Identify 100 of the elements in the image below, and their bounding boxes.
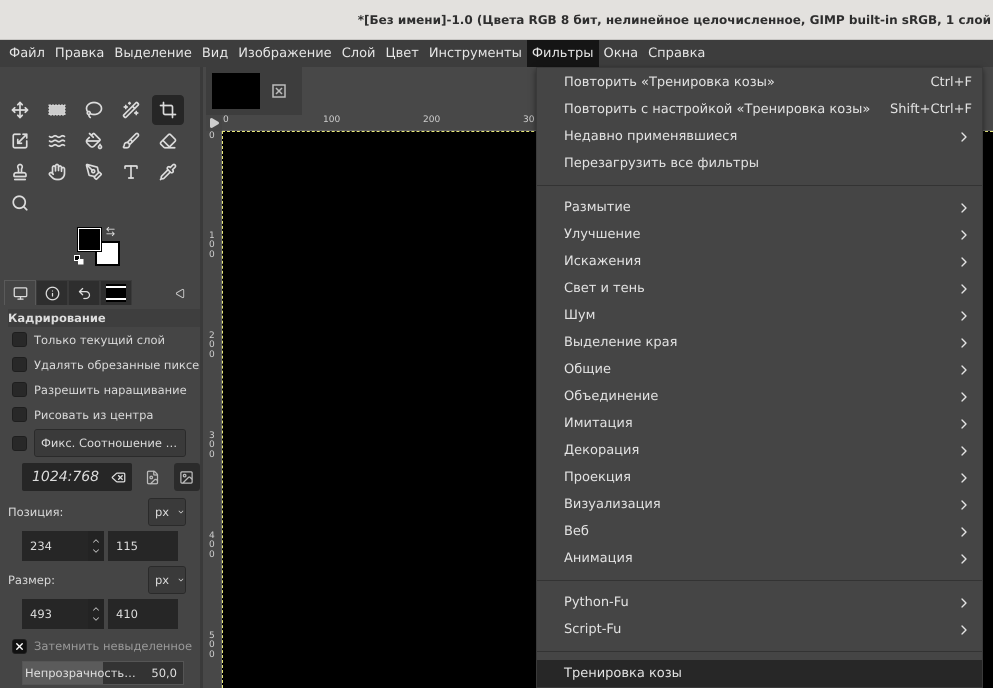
aspect-dropdown[interactable]: Фикс. Соотношение …: [34, 429, 186, 457]
configure-tab-icon[interactable]: [175, 288, 186, 299]
menu-item[interactable]: Тренировка козы: [537, 660, 982, 687]
image-thumbnail: [212, 73, 260, 109]
clear-icon[interactable]: [110, 470, 126, 484]
move-tool-icon: [11, 101, 29, 119]
position-label: Позиция:: [8, 505, 64, 519]
landscape-icon: [179, 470, 194, 484]
position-x-field[interactable]: 234: [22, 531, 88, 561]
menu-item[interactable]: Правка: [50, 40, 110, 67]
opacity-slider[interactable]: Непрозрачность… 50,0: [22, 661, 184, 685]
magic-wand-icon: [122, 101, 140, 119]
ruler-label: 0: [209, 132, 216, 142]
brush-icon: [122, 132, 140, 150]
menu-item[interactable]: Справка: [643, 40, 710, 67]
image-tab[interactable]: [206, 67, 302, 115]
menu-item[interactable]: Декорация: [537, 437, 982, 464]
checkbox[interactable]: [12, 382, 27, 397]
dock-tab[interactable]: [4, 280, 36, 305]
paint-bucket-icon: [85, 132, 103, 150]
ruler-label: 100: [323, 116, 340, 126]
spin-buttons[interactable]: [88, 531, 104, 561]
eyedropper-icon: [159, 163, 177, 181]
tool-options-title: Кадрирование: [8, 309, 200, 327]
position-y-field[interactable]: 115: [108, 531, 178, 561]
checkbox-label: Рисовать из центра: [34, 408, 154, 422]
text-tool-icon: [122, 163, 140, 181]
transform-icon: [11, 132, 29, 150]
menu-item[interactable]: Выделение: [109, 40, 197, 67]
menu-item[interactable]: Перезагрузить все фильтры: [537, 150, 982, 177]
stamp-icon: [11, 163, 29, 181]
menu-item[interactable]: Script-Fu: [537, 616, 982, 643]
menu-item[interactable]: Выделение края: [537, 329, 982, 356]
menu-item[interactable]: Визуализация: [537, 491, 982, 518]
size-label: Размер:: [8, 573, 56, 587]
warp-icon: [48, 132, 66, 150]
checkbox-label: Затемнить невыделенное: [34, 639, 192, 653]
menu-item[interactable]: Слой: [336, 40, 380, 67]
monitor-icon: [12, 286, 28, 300]
menu-item[interactable]: Изображение: [233, 40, 337, 67]
dock-tab[interactable]: [100, 280, 132, 305]
foreground-color-swatch[interactable]: [78, 228, 101, 251]
menu-item[interactable]: Повторить с настройкой «Тренировка козы» Shift+Ctrl+F: [537, 96, 982, 123]
menu-item[interactable]: Анимация: [537, 545, 982, 572]
checkbox[interactable]: [12, 638, 27, 654]
default-colors-icon[interactable]: [74, 255, 84, 265]
menu-item[interactable]: Объединение: [537, 383, 982, 410]
size-width-field[interactable]: 493: [22, 599, 88, 629]
menu-item[interactable]: Python-Fu: [537, 589, 982, 616]
menu-item[interactable]: Инструменты: [424, 40, 527, 67]
menu-item[interactable]: Размытие: [537, 194, 982, 221]
window-title: *[Без имени]-1.0 (Цвета RGB 8 бит, нелинейное целочисленное, GIMP built-in sRGB, 1 слой: [358, 12, 991, 26]
menu-item[interactable]: Окна: [598, 40, 644, 67]
image-thumbnail-icon: [106, 284, 126, 302]
check-icon: [14, 640, 25, 652]
ruler-label: 30: [523, 116, 534, 126]
size-height-field[interactable]: 410: [108, 599, 178, 629]
tool-button[interactable]: [152, 95, 184, 125]
info-icon: [44, 286, 60, 300]
checkbox-label: Удалять обрезанные пиксе: [34, 358, 200, 372]
menu-item[interactable]: Цвет: [380, 40, 424, 67]
landscape-button[interactable]: [174, 463, 200, 491]
close-icon[interactable]: [272, 84, 286, 98]
ruler-label: 500: [209, 632, 216, 660]
crop-icon: [159, 101, 177, 119]
navigate-icon[interactable]: [208, 117, 220, 129]
search-icon: [11, 194, 29, 212]
dock-tab[interactable]: [68, 280, 100, 305]
slider-value: 50,0: [151, 666, 177, 680]
checkbox[interactable]: [12, 407, 27, 422]
checkbox[interactable]: [12, 332, 27, 347]
unit-dropdown[interactable]: px: [148, 566, 186, 594]
ruler-label: 200: [209, 332, 216, 360]
menu-item[interactable]: Веб: [537, 518, 982, 545]
menu-item[interactable]: Повторить «Тренировка козы» Ctrl+F: [537, 69, 982, 96]
menu-item[interactable]: Имитация: [537, 410, 982, 437]
menu-item[interactable]: Искажения: [537, 248, 982, 275]
checkbox[interactable]: [12, 436, 27, 450]
menu-item[interactable]: Файл: [4, 40, 50, 67]
menu-item[interactable]: Недавно применявшиеся: [537, 123, 982, 150]
portrait-icon: [145, 470, 160, 484]
swap-colors-icon[interactable]: [105, 226, 116, 237]
menu-item[interactable]: Общие: [537, 356, 982, 383]
menu-item[interactable]: Фильтры: [526, 40, 599, 67]
ratio-field[interactable]: 1024:768: [22, 463, 132, 491]
menu-item[interactable]: Шум: [537, 302, 982, 329]
eraser-icon: [159, 132, 177, 150]
hand-icon: [48, 163, 66, 181]
shortcut-label: Ctrl+F: [930, 75, 972, 90]
slider-label: Непрозрачность…: [25, 666, 136, 680]
dock-tab[interactable]: [36, 280, 68, 305]
checkbox[interactable]: [12, 357, 27, 372]
menu-item[interactable]: Проекция: [537, 464, 982, 491]
checkbox-label: Только текущий слой: [34, 332, 165, 346]
menu-item[interactable]: Улучшение: [537, 221, 982, 248]
menu-item[interactable]: Вид: [196, 40, 234, 67]
unit-dropdown[interactable]: px: [148, 498, 186, 526]
menu-item[interactable]: Свет и тень: [537, 275, 982, 302]
spin-buttons[interactable]: [88, 599, 104, 629]
ruler-label: 300: [209, 432, 216, 460]
